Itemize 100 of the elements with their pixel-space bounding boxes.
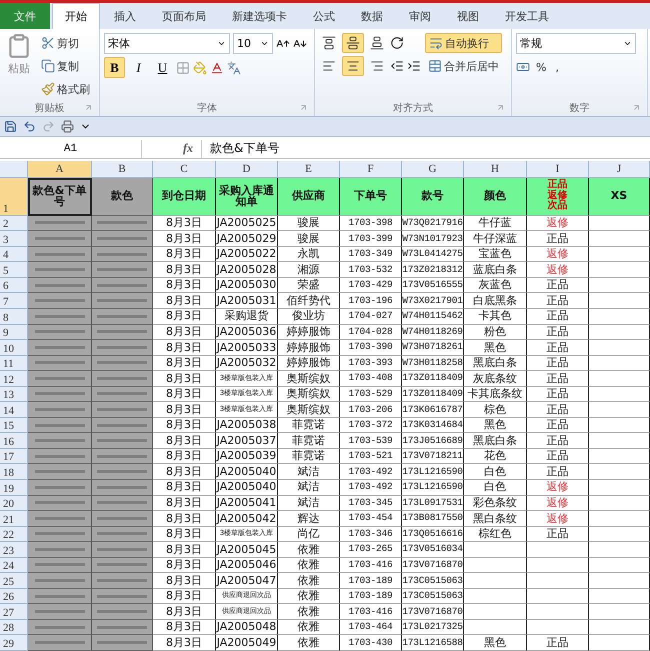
column-header[interactable]: E bbox=[278, 160, 340, 178]
table-cell: 173V0716870 bbox=[402, 558, 464, 574]
row-header[interactable]: 19 bbox=[0, 480, 28, 496]
comma-button[interactable]: , bbox=[552, 57, 562, 77]
ribbon-tab[interactable]: 页面布局 bbox=[150, 3, 218, 29]
row-header[interactable]: 8 bbox=[0, 308, 28, 325]
header-cell: 款色&下单号 bbox=[28, 178, 92, 216]
formula-field[interactable]: 款色&下单号 bbox=[202, 140, 280, 158]
print-preview-icon[interactable] bbox=[61, 120, 74, 134]
font-name-field[interactable]: 宋体 bbox=[104, 33, 230, 54]
ribbon-tab[interactable]: 公式 bbox=[301, 3, 347, 29]
name-box[interactable]: A1 bbox=[0, 140, 142, 158]
italic-button[interactable]: I bbox=[128, 57, 149, 78]
table-cell: 白色 bbox=[464, 464, 527, 480]
font-size-field[interactable]: 10 bbox=[233, 33, 273, 54]
row-header[interactable]: 12 bbox=[0, 371, 28, 387]
row-header[interactable]: 6 bbox=[0, 278, 28, 294]
row-header[interactable]: 22 bbox=[0, 526, 28, 542]
row-header[interactable]: 29 bbox=[0, 635, 28, 651]
table-cell: 1703-393 bbox=[340, 356, 402, 372]
table-cell: 蓝底白条 bbox=[464, 262, 527, 278]
row-header[interactable]: 7 bbox=[0, 293, 28, 309]
row-header[interactable]: 1 bbox=[0, 178, 28, 216]
ribbon-tab[interactable]: 开始 bbox=[52, 3, 100, 29]
fill-color-icon[interactable] bbox=[193, 60, 207, 74]
ribbon-tab[interactable]: 开发工具 bbox=[493, 3, 561, 29]
file-tab[interactable]: 文件 bbox=[0, 3, 50, 29]
format-painter-button[interactable]: 格式刷 bbox=[38, 79, 93, 99]
table-cell: JA2005048 bbox=[216, 620, 278, 636]
insert-function-button[interactable]: fx bbox=[142, 140, 202, 158]
column-header[interactable]: F bbox=[340, 160, 402, 178]
cut-button[interactable]: 剪切 bbox=[38, 33, 93, 53]
row-header[interactable]: 10 bbox=[0, 340, 28, 356]
font-color-icon[interactable] bbox=[210, 60, 224, 74]
row-header[interactable]: 11 bbox=[0, 356, 28, 372]
ribbon-tab[interactable]: 插入 bbox=[102, 3, 148, 29]
table-cell: JA2005040 bbox=[216, 480, 278, 496]
row-header[interactable]: 18 bbox=[0, 464, 28, 480]
ribbon-tab[interactable]: 数据 bbox=[349, 3, 395, 29]
decrease-indent-icon[interactable] bbox=[390, 59, 404, 73]
table-cell: 1703-372 bbox=[340, 418, 402, 434]
row-header[interactable]: 27 bbox=[0, 604, 28, 620]
row-header[interactable]: 5 bbox=[0, 262, 28, 278]
ribbon-tab[interactable]: 新建选项卡 bbox=[220, 3, 299, 29]
row-header[interactable]: 13 bbox=[0, 386, 28, 402]
table-cell: 辉达 bbox=[278, 511, 340, 527]
blurred-text bbox=[97, 626, 147, 629]
currency-icon[interactable] bbox=[516, 60, 530, 74]
row-header[interactable]: 2 bbox=[0, 216, 28, 232]
border-icon[interactable] bbox=[176, 60, 190, 74]
bold-button[interactable]: B bbox=[104, 57, 125, 78]
row-header[interactable]: 24 bbox=[0, 558, 28, 574]
increase-indent-icon[interactable] bbox=[407, 59, 421, 73]
dropdown-caret-icon[interactable] bbox=[623, 39, 632, 48]
dropdown-caret-icon[interactable] bbox=[217, 39, 226, 48]
table-cell: 1703-532 bbox=[340, 262, 402, 278]
column-header[interactable]: J bbox=[589, 160, 650, 178]
orientation-icon[interactable] bbox=[390, 36, 404, 50]
column-header[interactable]: C bbox=[153, 160, 216, 178]
ribbon-tab[interactable]: 审阅 bbox=[397, 3, 443, 29]
table-cell: 1703-429 bbox=[340, 278, 402, 294]
row-header[interactable]: 23 bbox=[0, 542, 28, 558]
row-header[interactable]: 26 bbox=[0, 588, 28, 604]
table-cell: JA2005039 bbox=[216, 448, 278, 464]
row-header[interactable]: 25 bbox=[0, 573, 28, 589]
save-icon[interactable] bbox=[4, 120, 17, 134]
row-header[interactable]: 21 bbox=[0, 511, 28, 527]
middle-align-button[interactable] bbox=[342, 33, 364, 53]
underline-button[interactable]: U bbox=[152, 57, 173, 78]
align-center-button[interactable] bbox=[342, 56, 364, 76]
table-cell: 斌洁 bbox=[278, 464, 340, 480]
column-header[interactable]: B bbox=[92, 160, 153, 178]
row-header[interactable]: 17 bbox=[0, 448, 28, 464]
copy-button[interactable]: 复制 bbox=[38, 56, 93, 76]
row-header[interactable]: 16 bbox=[0, 433, 28, 449]
row-header[interactable]: 4 bbox=[0, 246, 28, 262]
table-cell: 正品 bbox=[527, 308, 589, 325]
table-cell: 8月3日 bbox=[153, 293, 216, 309]
table-cell: 173L1216590 bbox=[402, 480, 464, 496]
row-header[interactable]: 14 bbox=[0, 402, 28, 418]
phonetic-icon[interactable] bbox=[227, 60, 241, 74]
ribbon-tab[interactable]: 视图 bbox=[445, 3, 491, 29]
row-header[interactable]: 20 bbox=[0, 496, 28, 512]
merge-center-button[interactable]: 合并后居中 bbox=[425, 56, 502, 76]
column-header[interactable]: H bbox=[464, 160, 527, 178]
row-header[interactable]: 9 bbox=[0, 324, 28, 340]
table-cell: 正品 bbox=[527, 386, 589, 402]
column-header[interactable]: I bbox=[527, 160, 589, 178]
row-header[interactable]: 15 bbox=[0, 418, 28, 434]
dropdown-caret-icon[interactable] bbox=[260, 39, 269, 48]
column-header[interactable]: G bbox=[402, 160, 464, 178]
column-header[interactable]: D bbox=[216, 160, 278, 178]
row-header[interactable]: 28 bbox=[0, 620, 28, 636]
column-header[interactable]: A bbox=[28, 160, 92, 178]
table-cell: 卡其色 bbox=[464, 308, 527, 325]
percent-button[interactable]: % bbox=[533, 57, 550, 77]
undo-icon[interactable] bbox=[23, 120, 36, 134]
number-format-field[interactable]: 常规 bbox=[516, 33, 636, 54]
wrap-text-button[interactable]: 自动换行 bbox=[425, 33, 502, 53]
row-header[interactable]: 3 bbox=[0, 231, 28, 247]
